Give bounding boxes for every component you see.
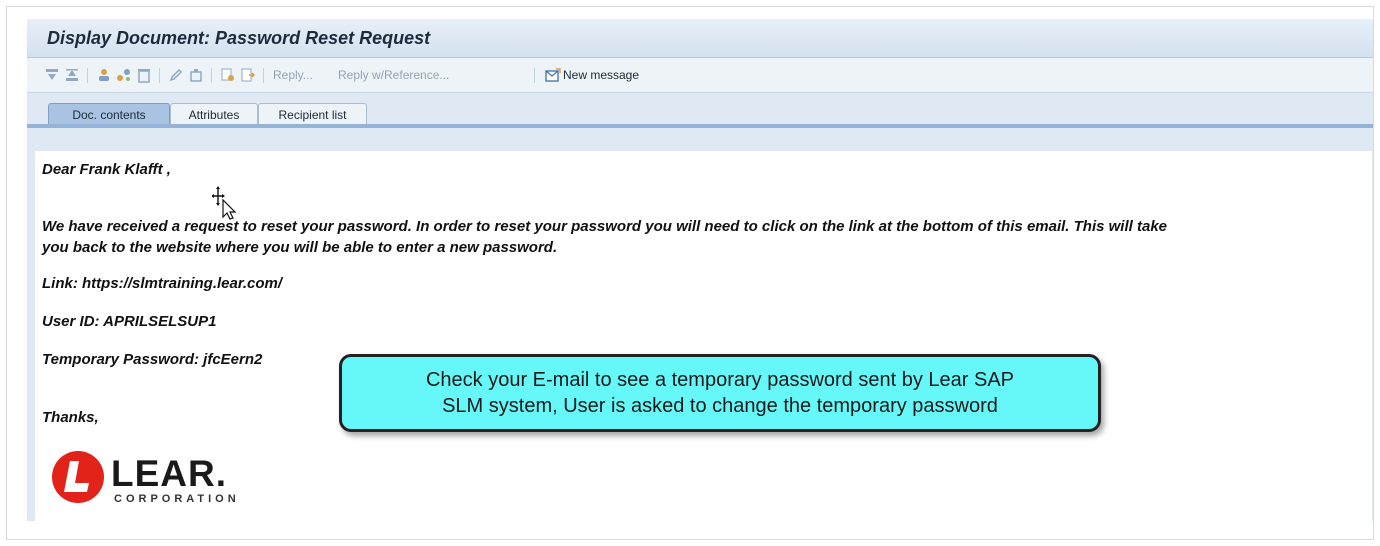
email-body-line-2: you back to the website where you will b…	[42, 239, 558, 256]
toolbar: Reply... Reply w/Reference... New messag…	[27, 58, 1373, 93]
tab-strip: Doc. contents Attributes Recipient list	[27, 93, 1373, 127]
screenshot-frame: Display Document: Password Reset Request	[6, 6, 1374, 540]
reply-button[interactable]: Reply...	[273, 68, 313, 82]
callout-line-1: Check your E-mail to see a temporary pas…	[425, 369, 1015, 391]
email-temporary-password: Temporary Password: jfcEern2	[42, 351, 263, 368]
forward-document-icon[interactable]	[240, 67, 256, 83]
title-bar: Display Document: Password Reset Request	[27, 19, 1373, 58]
sap-window: Display Document: Password Reset Request	[27, 19, 1373, 521]
new-message-button[interactable]: New message	[545, 67, 639, 83]
window-title: Display Document: Password Reset Request	[47, 28, 431, 48]
user-icon[interactable]	[96, 67, 112, 83]
toolbar-separator	[159, 68, 160, 83]
toolbar-separator	[534, 68, 535, 83]
collapse-icon[interactable]	[64, 67, 80, 83]
distribute-icon[interactable]	[116, 67, 132, 83]
lear-logo: LEAR. CORPORATION	[50, 449, 260, 507]
toolbar-separator	[263, 68, 264, 83]
delete-icon[interactable]	[136, 67, 152, 83]
lear-logo-word: LEAR.	[111, 453, 227, 494]
email-closing: Thanks,	[42, 409, 99, 426]
new-message-label: New message	[563, 68, 640, 82]
tab-recipient-list[interactable]: Recipient list	[258, 103, 367, 126]
tab-attributes[interactable]: Attributes	[170, 103, 258, 126]
email-greeting: Dear Frank Klafft ,	[42, 161, 171, 178]
document-content: Dear Frank Klafft , We have received a r…	[35, 151, 1372, 521]
move-cursor-icon	[212, 186, 237, 220]
lear-logo-subtitle: CORPORATION	[114, 493, 240, 505]
tab-underline	[27, 124, 1373, 128]
email-body-line-1: We have received a request to reset your…	[42, 218, 1167, 235]
tab-doc-contents[interactable]: Doc. contents	[48, 103, 170, 126]
callout-line-2: SLM system, User is asked to change the …	[442, 395, 998, 417]
email-user-id: User ID: APRILSELSUP1	[42, 313, 217, 330]
pencil-icon[interactable]	[168, 67, 184, 83]
lear-logo-mark-icon	[52, 451, 104, 503]
toolbar-separator	[211, 68, 212, 83]
email-link[interactable]: Link: https://slmtraining.lear.com/	[42, 275, 282, 292]
copy-document-icon[interactable]	[220, 67, 236, 83]
attachment-icon[interactable]	[188, 67, 204, 83]
new-message-icon	[545, 68, 561, 82]
instruction-callout: Check your E-mail to see a temporary pas…	[339, 354, 1101, 432]
reply-with-reference-button[interactable]: Reply w/Reference...	[338, 68, 449, 82]
expand-icon[interactable]	[44, 67, 60, 83]
toolbar-separator	[87, 68, 88, 83]
